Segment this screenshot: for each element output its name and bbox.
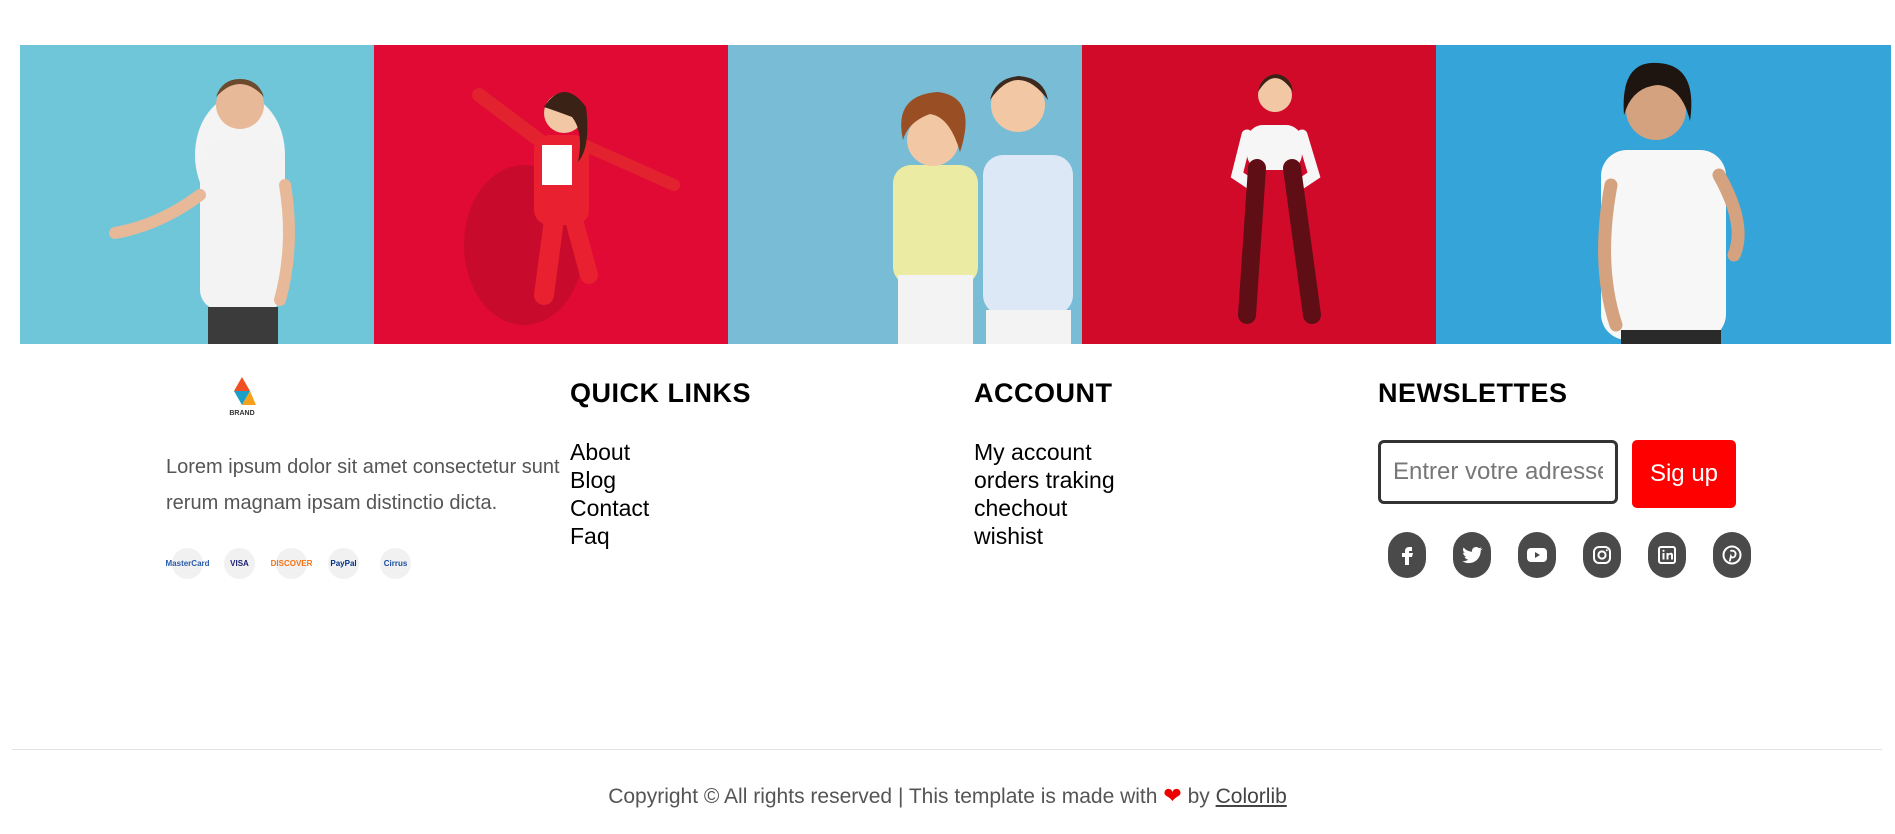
newsletter-signup-button[interactable]: Sig up [1632,440,1736,508]
footer-divider [12,749,1882,750]
account-link-checkout[interactable]: chechout [974,494,1115,522]
copyright-by: by [1187,785,1210,808]
visa-icon: VISA [224,548,255,579]
discover-icon: DISCOVER [271,548,312,579]
quick-links-list: About Blog Contact Faq [570,438,649,550]
colorlib-link[interactable]: Colorlib [1216,785,1287,808]
person-photo [1598,62,1745,344]
brand-description: Lorem ipsum dolor sit amet consectetur s… [166,456,560,514]
gallery-photo-2[interactable] [374,45,728,344]
pinterest-icon[interactable] [1713,532,1751,578]
gallery-photo-5[interactable] [1436,45,1891,344]
person-photo [464,88,680,325]
instagram-icon[interactable] [1583,532,1621,578]
quick-link-contact[interactable]: Contact [570,494,649,522]
quick-link-blog[interactable]: Blog [570,466,649,494]
account-link-my-account[interactable]: My account [974,438,1115,466]
person-photo [1230,74,1321,324]
gallery-photo-1[interactable] [20,45,374,344]
gallery-photo-3[interactable] [728,45,1082,344]
social-links [1388,532,1751,578]
youtube-icon[interactable] [1518,532,1556,578]
newsletter-email-input[interactable] [1378,440,1618,504]
copyright-text: Copyright © All rights reserved | This t… [608,785,1158,808]
facebook-icon[interactable] [1388,532,1426,578]
gallery-photo-4[interactable] [1082,45,1436,344]
account-links-list: My account orders traking chechout wishi… [974,438,1115,550]
copyright-line: Copyright © All rights reserved | This t… [0,783,1895,809]
quick-link-faq[interactable]: Faq [570,522,649,550]
photo-gallery [20,45,1891,344]
person-photo [109,79,295,344]
cirrus-icon: Cirrus [380,548,411,579]
account-link-orders-tracking[interactable]: orders traking [974,466,1115,494]
brand-logo[interactable]: BRAND [222,375,262,419]
account-title: ACCOUNT [974,378,1113,408]
heart-icon: ❤ [1163,783,1182,808]
quick-link-about[interactable]: About [570,438,649,466]
mastercard-icon: MasterCard [166,548,210,579]
account-link-wishlist[interactable]: wishist [974,522,1115,550]
twitter-icon[interactable] [1453,532,1491,578]
newsletter-title: NEWSLETTES [1378,378,1568,408]
payment-methods: MasterCard VISA DISCOVER PayPal Cirrus [166,548,411,579]
quick-links-title: QUICK LINKS [570,378,751,408]
brand-logo-icon: BRAND [229,377,256,417]
brand-logo-text: BRAND [229,410,254,417]
linkedin-icon[interactable] [1648,532,1686,578]
paypal-icon: PayPal [328,548,359,579]
couple-photo [893,76,1073,344]
